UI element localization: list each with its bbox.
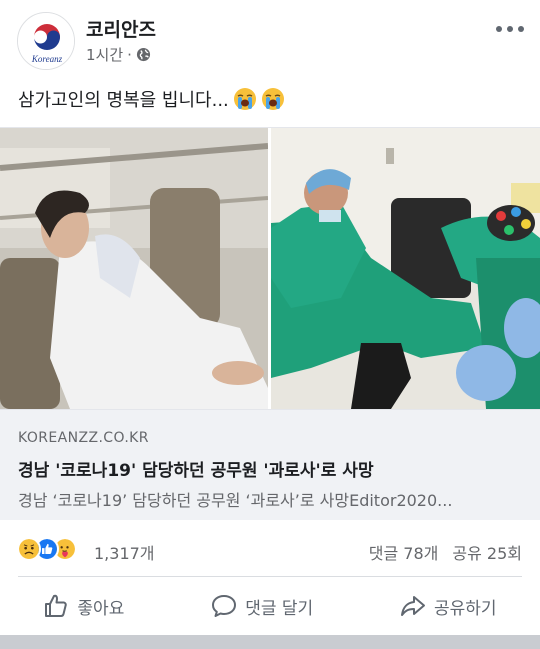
post-time[interactable]: 1시간 — [86, 44, 123, 65]
action-bar: 좋아요 댓글 달기 공유하기 — [0, 584, 540, 628]
feed-separator — [0, 635, 540, 649]
page-name[interactable]: 코리안즈 — [86, 15, 156, 42]
link-domain: KOREANZZ.CO.KR — [18, 430, 149, 446]
speech-bubble-icon — [212, 595, 237, 617]
comment-button[interactable]: 댓글 달기 — [211, 593, 313, 619]
share-arrow-icon — [401, 596, 425, 616]
loudly-crying-face-icon — [233, 88, 256, 110]
reactions-row: 1,317개 댓글 78개 공유 25회 — [0, 531, 540, 567]
post-header: Koreanz 코리안즈 1시간 · — [0, 0, 540, 72]
koreanz-logo-icon: Koreanz — [18, 13, 74, 69]
link-info: KOREANZZ.CO.KR 경남 '코로나19' 담당하던 공무원 '과로사'… — [0, 409, 540, 520]
link-description: 경남 ‘코로나19’ 담당하던 공무원 ‘과로사’로 사망Editor2020.… — [18, 491, 453, 510]
post-message: 삼가고인의 명복을 빕니다... — [18, 90, 229, 111]
loudly-crying-face-icon — [261, 88, 284, 110]
more-dots-icon[interactable] — [496, 22, 524, 36]
link-photo-surgeons-resting — [271, 128, 540, 409]
link-photo-doctor-sleeping — [0, 128, 268, 409]
page-avatar[interactable]: Koreanz — [17, 12, 75, 70]
reaction-icons[interactable] — [17, 537, 77, 561]
share-button[interactable]: 공유하기 — [400, 593, 497, 619]
like-label: 좋아요 — [77, 598, 125, 619]
avatar-brand-text: Koreanz — [31, 54, 63, 64]
divider — [18, 576, 522, 577]
comment-share-counts: 댓글 78개 공유 25회 — [369, 540, 522, 564]
comment-count[interactable]: 댓글 78개 — [369, 540, 439, 564]
reaction-count[interactable]: 1,317개 — [94, 540, 155, 564]
link-preview-card[interactable]: KOREANZZ.CO.KR 경남 '코로나19' 담당하던 공무원 '과로사'… — [0, 127, 540, 520]
like-button[interactable]: 좋아요 — [43, 593, 124, 619]
thumbs-up-icon — [45, 594, 68, 617]
link-title[interactable]: 경남 '코로나19' 담당하던 공무원 '과로사'로 사망 — [18, 456, 374, 481]
share-count[interactable]: 공유 25회 — [452, 540, 522, 564]
sad-reaction-icon — [17, 537, 41, 561]
post-meta: 1시간 · — [86, 44, 151, 65]
share-label: 공유하기 — [434, 598, 497, 619]
globe-icon — [136, 47, 150, 62]
post-text: 삼가고인의 명복을 빕니다... — [18, 86, 285, 112]
meta-separator: · — [127, 45, 132, 64]
comment-label: 댓글 달기 — [245, 598, 314, 619]
